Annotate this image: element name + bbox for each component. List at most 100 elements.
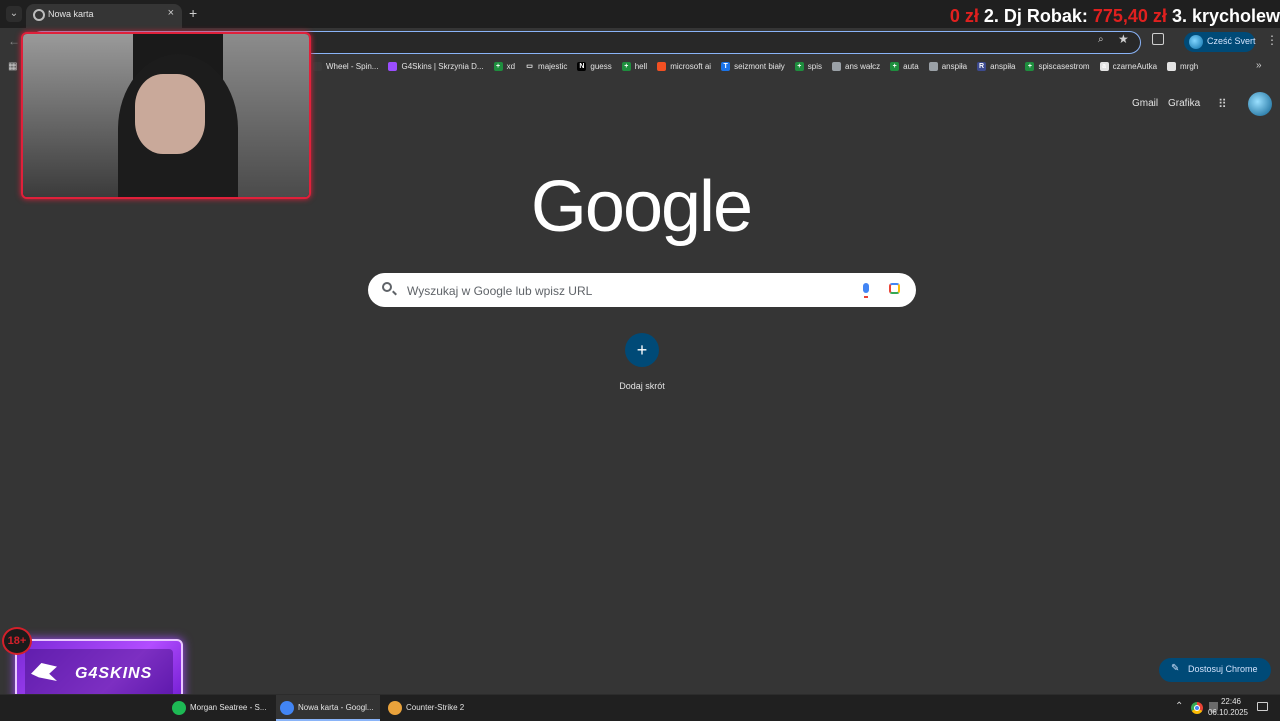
profile-chip[interactable]: Cześć Svert — [1184, 32, 1256, 52]
webcam-face — [135, 74, 205, 154]
bookmark-item[interactable]: + xd — [493, 60, 516, 73]
bookmark-favicon-icon: + — [890, 62, 900, 71]
bookmark-item[interactable]: + auta — [890, 60, 919, 73]
donation-name: 2. Dj Robak: — [978, 6, 1093, 26]
profile-chip-label: Cześć Svert — [1207, 36, 1256, 46]
bookmark-favicon-icon — [832, 62, 842, 71]
taskbar-item-chrome[interactable]: Nowa karta - Googl... — [276, 695, 380, 721]
bookmark-label: Wheel - Spin... — [326, 62, 379, 71]
tab-title: Nowa karta — [48, 9, 94, 19]
bookmark-favicon-icon — [1167, 62, 1177, 71]
bookmark-label: spiscasestrom — [1038, 62, 1090, 71]
search-icon — [382, 282, 392, 292]
bookmark-item[interactable]: anspiła — [928, 60, 968, 73]
sponsor-name: G4SKINS — [75, 665, 153, 682]
donation-amount: 0 zł — [949, 6, 979, 26]
donation-name: 3. krycholew — [1166, 6, 1280, 26]
bookmark-item[interactable]: Ranspiła — [977, 60, 1015, 73]
bookmark-item[interactable]: ans wałcz — [832, 60, 880, 73]
bookmark-item[interactable]: Nguess — [577, 60, 612, 73]
microphone-icon[interactable] — [863, 283, 869, 298]
age-rating-badge: 18+ — [2, 627, 32, 655]
more-bookmarks-icon[interactable]: » — [1256, 60, 1262, 71]
bookmark-favicon-icon: T — [721, 62, 731, 71]
taskbar-item-spotify[interactable]: Morgan Seatree - S... — [168, 695, 272, 721]
customize-chrome-label: Dostosuj Chrome — [1188, 664, 1258, 674]
bookmark-favicon-icon: ▭ — [525, 62, 535, 71]
tab-close-icon[interactable]: × — [168, 7, 174, 19]
search-box[interactable] — [368, 273, 916, 309]
clock-date[interactable]: 06.10.2025 — [1206, 708, 1250, 717]
tab-strip: ⌄ Nowa karta × + 0 zł 2. Dj Robak: 775,4… — [0, 0, 1280, 28]
donation-ticker: 0 zł 2. Dj Robak: 775,40 zł 3. krycholew — [950, 6, 1280, 27]
tab-new-tab-page[interactable]: Nowa karta × — [26, 4, 182, 28]
bookmark-label: guess — [590, 62, 612, 71]
search-input[interactable] — [405, 273, 849, 309]
extensions-icon[interactable] — [1152, 33, 1164, 45]
tray-chrome-icon[interactable] — [1191, 702, 1203, 714]
bookmark-label: anspiła — [941, 62, 968, 71]
add-shortcut-label[interactable]: Dodaj skrót — [590, 381, 694, 391]
bookmark-star-icon[interactable]: ★ — [1118, 32, 1129, 46]
google-apps-icon[interactable]: ⠿ — [1218, 97, 1227, 111]
images-link[interactable]: Grafika — [1168, 98, 1200, 109]
bookmark-label: majestic — [538, 62, 568, 71]
tab-search-button[interactable]: ⌄ — [6, 6, 22, 22]
spotify-icon — [172, 701, 186, 715]
clock-time[interactable]: 22:46 — [1216, 697, 1246, 706]
bookmark-favicon-icon — [388, 62, 398, 71]
bookmark-favicon-icon: N — [577, 62, 587, 71]
bookmark-item[interactable]: + hell — [621, 60, 647, 73]
apps-grid-icon[interactable]: ▦ — [8, 61, 17, 72]
taskbar-item-cs2[interactable]: Counter-Strike 2 — [384, 695, 488, 721]
bookmark-favicon-icon: a — [1099, 62, 1109, 71]
customize-chrome-button[interactable]: ✎ Dostosuj Chrome — [1159, 658, 1271, 682]
bookmark-label: G4Skins | Skrzynia D... — [401, 62, 484, 71]
bookmark-label: auta — [903, 62, 919, 71]
taskbar-item-label: Nowa karta - Googl... — [298, 703, 374, 712]
bookmark-favicon-icon: + — [621, 62, 631, 71]
bookmark-favicon-icon — [657, 62, 667, 71]
bookmark-item[interactable]: a czarneAutka — [1099, 60, 1158, 73]
bookmark-label: ans wałcz — [845, 62, 881, 71]
bookmark-label: seizmont biały — [734, 62, 785, 71]
bookmark-item[interactable]: G4Skins | Skrzynia D... — [388, 60, 484, 73]
back-arrow-icon[interactable]: ← — [8, 34, 20, 48]
bookmark-favicon-icon: + — [1025, 62, 1035, 71]
bookmark-list: Wheel - Spin... G4Skins | Skrzynia D... + x… — [313, 60, 1198, 73]
windows-taskbar: Morgan Seatree - S... Nowa karta - Googl… — [0, 694, 1280, 721]
profile-avatar-icon — [1189, 35, 1203, 49]
add-shortcut-button[interactable]: + — [625, 333, 659, 367]
notification-icon[interactable] — [1257, 702, 1268, 711]
bookmark-label: spis — [807, 62, 823, 71]
bookmark-label: czarneAutka — [1112, 62, 1158, 71]
bookmark-item[interactable]: + spiscasestrom — [1025, 60, 1090, 73]
gmail-link[interactable]: Gmail — [1132, 98, 1158, 109]
bookmark-item[interactable]: + spis — [794, 60, 823, 73]
donation-amount: 775,40 zł — [1092, 6, 1167, 26]
zoom-icon[interactable]: ⌕ — [1098, 34, 1104, 45]
bookmark-label: xd — [506, 62, 516, 71]
account-avatar[interactable] — [1248, 92, 1272, 116]
pencil-icon: ✎ — [1171, 663, 1180, 674]
bookmark-favicon-icon: + — [794, 62, 804, 71]
bookmark-favicon-icon — [928, 62, 938, 71]
bookmark-label: mrgh — [1180, 62, 1199, 71]
bookmark-favicon-icon: + — [493, 62, 503, 71]
new-tab-button[interactable]: + — [189, 5, 197, 21]
chrome-menu-icon[interactable]: ⋮ — [1266, 33, 1278, 47]
bookmark-item[interactable]: Wheel - Spin... — [313, 60, 378, 73]
bookmark-item[interactable]: microsoft ai — [657, 60, 711, 73]
chrome-icon — [280, 701, 294, 715]
bookmark-favicon-icon: R — [977, 62, 987, 71]
bookmark-item[interactable]: mrgh — [1167, 60, 1198, 73]
google-lens-icon[interactable] — [889, 283, 900, 294]
taskbar-item-label: Morgan Seatree - S... — [190, 703, 267, 712]
chrome-favicon-icon — [33, 9, 45, 21]
bookmark-item[interactable]: ▭ majestic — [525, 60, 567, 73]
taskbar-item-label: Counter-Strike 2 — [406, 703, 465, 712]
cs2-icon — [388, 701, 402, 715]
tray-chevron-icon[interactable]: ⌃ — [1175, 701, 1183, 712]
google-logo: Google — [530, 167, 753, 247]
bookmark-item[interactable]: Tseizmont biały — [721, 60, 785, 73]
